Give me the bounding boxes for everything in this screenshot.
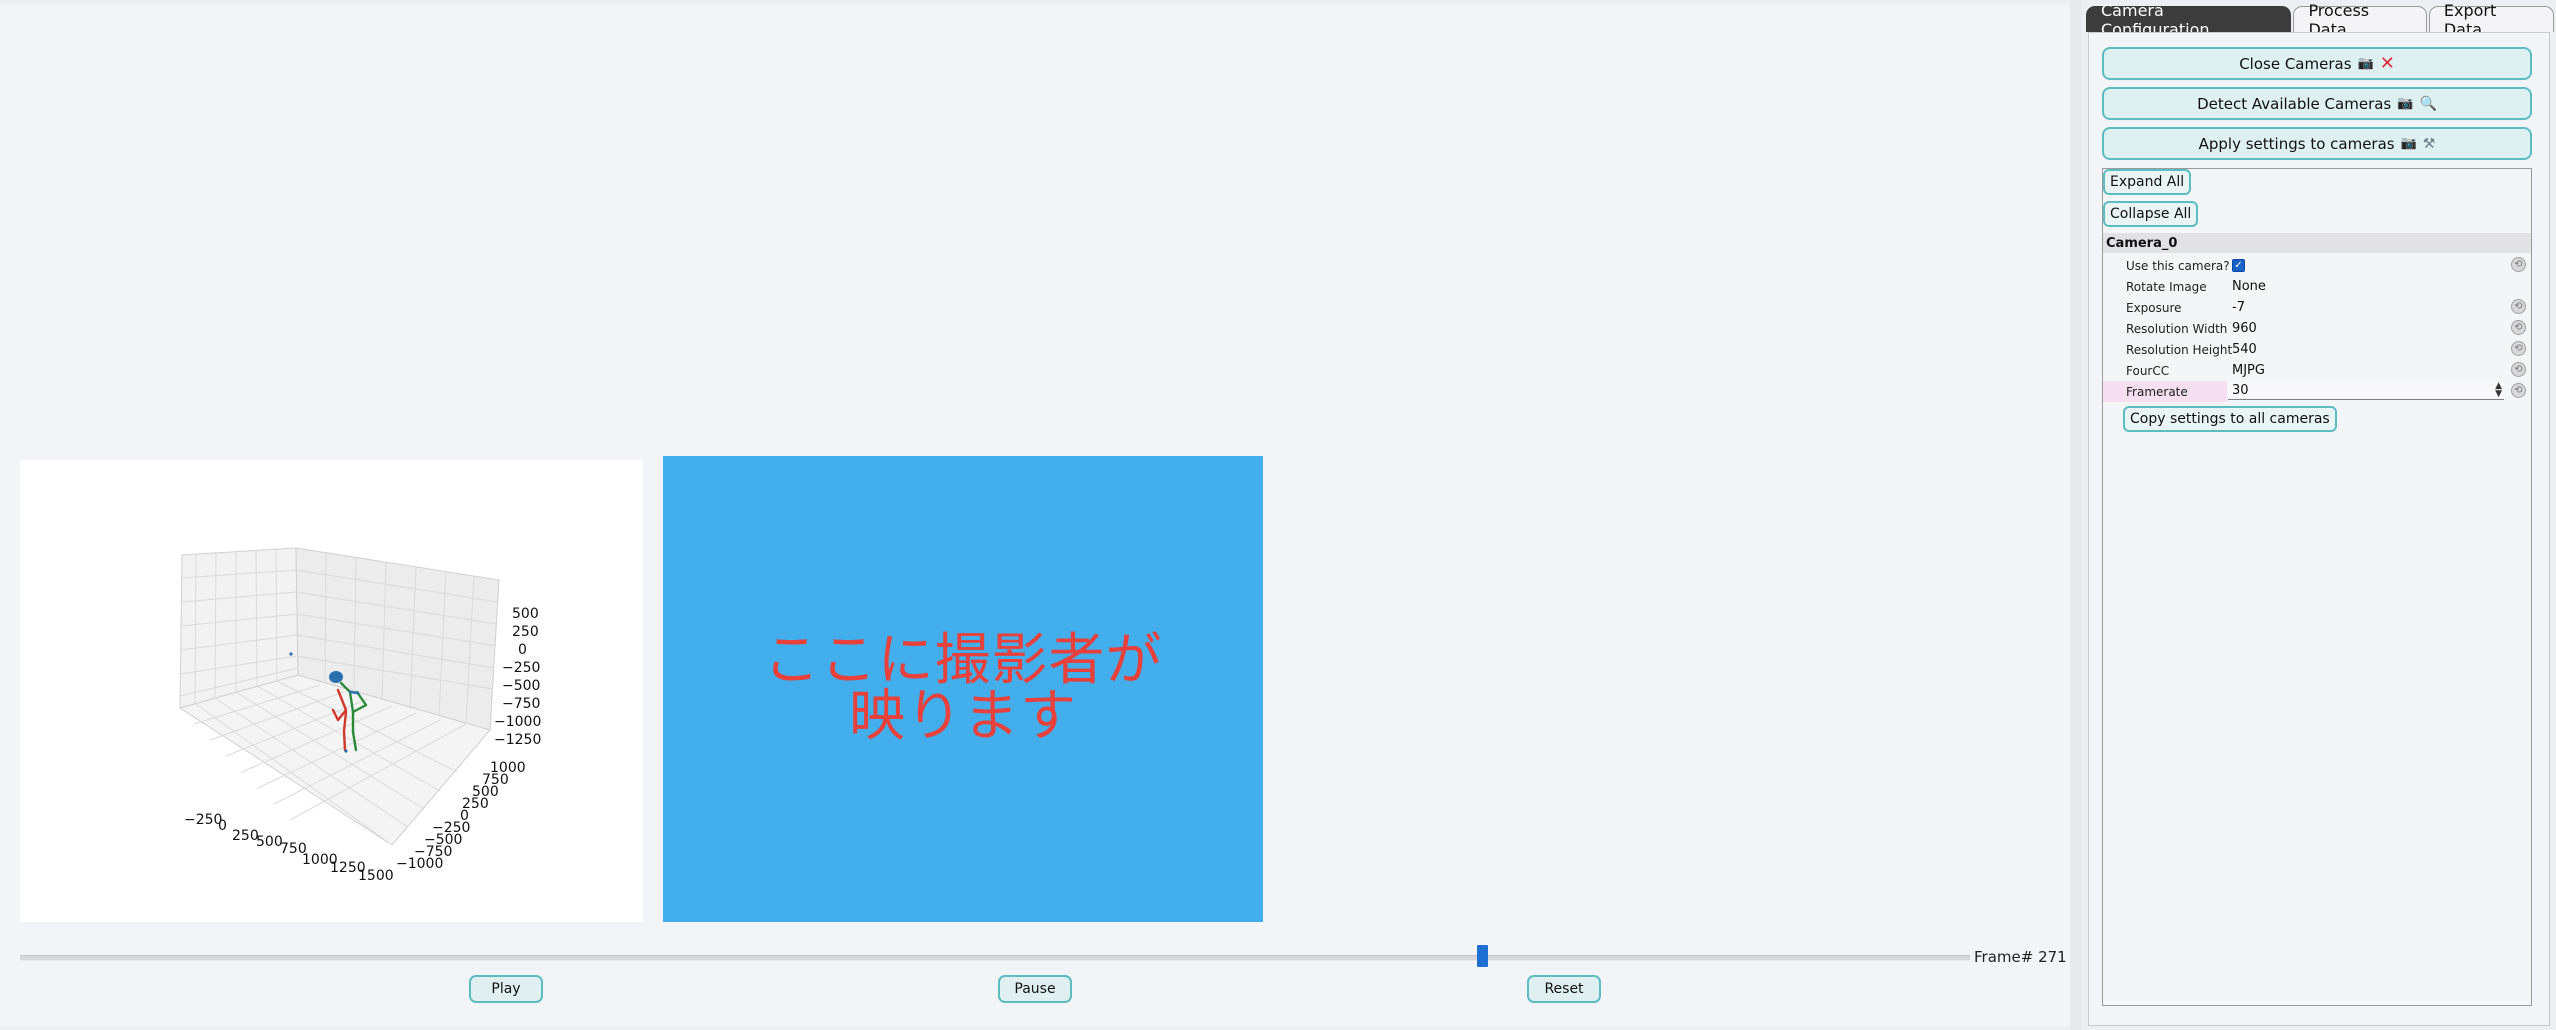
x-tick: 500	[256, 834, 283, 850]
reset-default-icon[interactable]: ⟲	[2511, 383, 2526, 398]
param-name: Exposure	[2126, 300, 2182, 315]
play-button[interactable]: Play	[469, 975, 543, 1003]
close-cameras-button[interactable]: Close Cameras 📷 ✕	[2102, 47, 2532, 80]
z-tick: −250	[502, 660, 540, 676]
camera-parameter-tree: Expand All Collapse All Camera_0 Use thi…	[2102, 168, 2532, 1006]
z-tick: −500	[502, 678, 540, 694]
framerate-spinbox[interactable]: 30 ▲ ▼	[2228, 382, 2504, 400]
param-row-fourcc: FourCC MJPG ⟲	[2103, 360, 2531, 381]
video-text-line-1: ここに撮影者が	[763, 628, 1163, 693]
camera-icon: 📷	[2357, 56, 2374, 71]
magnifier-icon: 🔍	[2419, 95, 2437, 112]
spin-arrows-icon[interactable]: ▲ ▼	[2495, 382, 2502, 399]
camera-configuration-panel: Close Cameras 📷 ✕ Detect Available Camer…	[2088, 32, 2550, 1026]
pose-3d-plot: 500 250 0 −250 −500 −750 −1000 −1250 100…	[20, 460, 643, 922]
x-tick: 0	[218, 818, 227, 834]
tab-bar: Camera Configuration Process Data Export…	[2086, 1, 2556, 39]
close-cameras-label: Close Cameras	[2239, 54, 2352, 73]
z-tick: −1000	[494, 714, 541, 730]
tab-camera-configuration[interactable]: Camera Configuration	[2086, 1, 2292, 39]
param-row-framerate: Framerate 30 ▲ ▼ ⟲	[2103, 381, 2531, 402]
framerate-value: 30	[2232, 383, 2249, 398]
reset-default-icon[interactable]: ⟲	[2511, 320, 2526, 335]
apply-settings-button[interactable]: Apply settings to cameras 📷 ⚒	[2102, 127, 2532, 160]
param-row-resolution-width: Resolution Width 960 ⟲	[2103, 318, 2531, 339]
collapse-all-button[interactable]: Collapse All	[2103, 201, 2199, 227]
camera-icon: 📷	[2400, 136, 2417, 151]
camera-video-feed: ここに撮影者が 映ります	[663, 456, 1263, 922]
param-name: FourCC	[2126, 363, 2170, 378]
z-tick: 500	[512, 606, 539, 622]
param-name: Use this camera?	[2126, 258, 2230, 273]
x-tick: 250	[232, 828, 259, 844]
param-row-rotate-image: Rotate Image None	[2103, 276, 2531, 297]
param-name: Resolution Height	[2126, 342, 2233, 357]
param-value[interactable]: None	[2232, 279, 2266, 294]
param-value[interactable]: MJPG	[2232, 363, 2265, 378]
video-text-line-2: 映ります	[849, 684, 1077, 749]
param-name: Framerate	[2126, 384, 2188, 399]
copy-settings-button[interactable]: Copy settings to all cameras	[2123, 406, 2337, 432]
detect-cameras-label: Detect Available Cameras	[2197, 94, 2392, 113]
param-value[interactable]: -7	[2232, 300, 2245, 315]
param-name: Resolution Width	[2126, 321, 2228, 336]
param-name: Rotate Image	[2126, 279, 2207, 294]
x-tick: 1500	[358, 868, 394, 884]
param-value[interactable]: 540	[2232, 342, 2257, 357]
apply-settings-label: Apply settings to cameras	[2198, 134, 2395, 153]
z-tick: −1250	[494, 732, 541, 748]
camera-group-header[interactable]: Camera_0	[2103, 233, 2531, 253]
frame-number-label: Frame# 271	[1974, 948, 2067, 966]
reset-button[interactable]: Reset	[1527, 975, 1601, 1003]
detect-cameras-button[interactable]: Detect Available Cameras 📷 🔍	[2102, 87, 2532, 120]
param-row-exposure: Exposure -7 ⟲	[2103, 297, 2531, 318]
reset-default-icon[interactable]: ⟲	[2511, 257, 2526, 272]
pause-button[interactable]: Pause	[998, 975, 1072, 1003]
frame-slider-track[interactable]	[20, 955, 1970, 961]
z-tick: −750	[502, 696, 540, 712]
pane-splitter[interactable]	[2070, 0, 2082, 1030]
camera-icon: 📷	[2397, 96, 2414, 111]
x-tick: −250	[184, 812, 222, 828]
param-row-resolution-height: Resolution Height 540 ⟲	[2103, 339, 2531, 360]
reset-default-icon[interactable]: ⟲	[2511, 299, 2526, 314]
tools-icon: ⚒	[2422, 135, 2436, 152]
settings-pane: Camera Configuration Process Data Export…	[2082, 0, 2556, 1030]
reset-default-icon[interactable]: ⟲	[2511, 341, 2526, 356]
expand-all-button[interactable]: Expand All	[2103, 169, 2192, 195]
z-tick: 0	[518, 642, 527, 658]
y-tick: −1000	[396, 856, 443, 872]
use-camera-checkbox[interactable]: ✓	[2232, 259, 2245, 272]
tab-process-data[interactable]: Process Data	[2293, 1, 2427, 39]
z-tick: 250	[512, 624, 539, 640]
tab-export-data[interactable]: Export Data	[2428, 1, 2555, 39]
param-row-use-camera: Use this camera? ✓ ⟲	[2103, 255, 2531, 276]
video-placeholder-text: ここに撮影者が 映ります	[753, 633, 1173, 745]
cross-mark-icon: ✕	[2379, 53, 2395, 74]
param-value[interactable]: 960	[2232, 321, 2257, 336]
frame-slider-handle[interactable]	[1477, 945, 1488, 967]
reset-default-icon[interactable]: ⟲	[2511, 362, 2526, 377]
